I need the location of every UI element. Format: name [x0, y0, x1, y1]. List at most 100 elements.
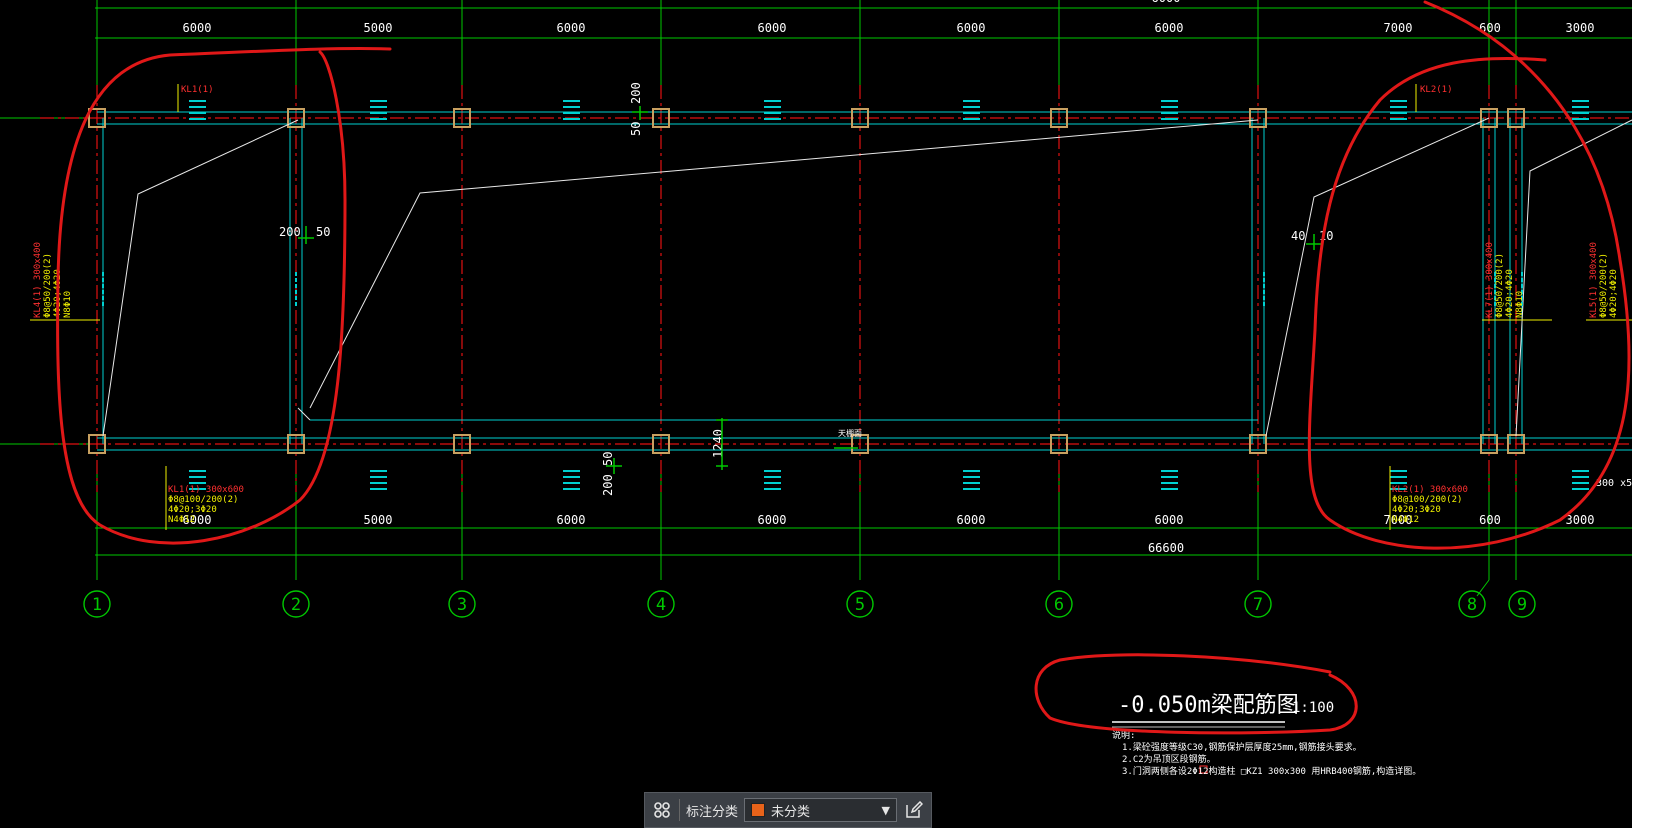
- side-rebar-4-2: [1521, 284, 1523, 288]
- dim-200-left: 200: [279, 225, 301, 239]
- dim-top-0: 6000: [183, 21, 212, 35]
- axis-bubble-label-8: 8: [1467, 595, 1477, 615]
- rebar-note-0-0-1: [189, 106, 206, 108]
- beam-outlines: [97, 111, 1632, 451]
- rebar-note-2-1-0: [563, 470, 580, 472]
- elevation-mark: 天棚面: [838, 428, 862, 438]
- rebar-note-1-1-1: [370, 476, 387, 478]
- rebar-note-5-1-1: [1161, 476, 1178, 478]
- side-rebar-1-0: [295, 272, 297, 276]
- side-rebar-0-0: [102, 272, 104, 276]
- axis-bubble-9: 9: [1508, 590, 1536, 618]
- rebar-note-6-1-1: [1390, 476, 1407, 478]
- rebar-note-3-1-2: [764, 482, 781, 484]
- rebar-note-4-1-2: [963, 482, 980, 484]
- beam-label-kl4-left-line-0: KL4(1) 300x400: [33, 242, 43, 318]
- dim-bottom-1: 5000: [364, 513, 393, 527]
- axis-bubble-4: 4: [647, 590, 675, 618]
- beam-label-kl7-right-line-2: 4Φ20;4Φ20: [1505, 269, 1515, 318]
- rebar-note-1-0-2: [370, 112, 387, 114]
- annotation-category-toolbar: 标注分类 未分类 ▼: [644, 792, 932, 828]
- rebar-note-6-1-2: [1390, 482, 1407, 484]
- side-rebar-0-5: [102, 302, 104, 306]
- rebar-note-2-0-2: [563, 112, 580, 114]
- beam-label-kl5-right-line-1: Φ8@50/200(2): [1599, 253, 1609, 318]
- rebar-note-5-0-3: [1161, 118, 1178, 120]
- beam-label-kl7-right-line-3: N8Φ10: [1515, 291, 1525, 318]
- dim-40: 40: [1291, 229, 1305, 243]
- notes-line-1: 1.梁砼强度等级C30,钢筋保护层厚度25mm,钢筋接头要求。: [1122, 741, 1362, 753]
- side-rebar-2-4: [1263, 296, 1265, 300]
- rebar-note-4-1-0: [963, 470, 980, 472]
- notes-line-2: 2.C2为吊顶区段钢筋。: [1122, 753, 1216, 765]
- dim-top-8: 3000: [1566, 21, 1595, 35]
- notes-line-3: 3.门洞两侧各设2Φ12构造柱 □KZ1 300x300 用HRB400钢筋,构…: [1122, 765, 1421, 777]
- dim-bottom-7: 600: [1479, 513, 1501, 527]
- axis-bubble-label-2: 2: [291, 595, 301, 615]
- right-panel-edge: [1632, 0, 1673, 828]
- rebar-note-0-0-3: [189, 118, 206, 120]
- side-rebar-2-0: [1263, 272, 1265, 276]
- dim-bottom-5: 6000: [1155, 513, 1184, 527]
- cad-drawing-canvas[interactable]: 6000 5000 6000 6000 6000 6000 7000 600 3000 6000 5…: [0, 0, 1673, 828]
- category-label: 标注分类: [686, 804, 739, 820]
- rebar-note-2-1-3: [563, 488, 580, 490]
- beam-label-kl2-bottom-line-0: KL2(1) 300x600: [1392, 485, 1468, 495]
- beam-label-kl1-top: KL1(1): [181, 85, 214, 95]
- dim-top-3: 6000: [758, 21, 787, 35]
- beam-label-kl5-right-line-0: KL5(1) 300x400: [1589, 242, 1599, 318]
- axis-bubble-label-6: 6: [1054, 595, 1064, 615]
- rebar-note-3-0-1: [764, 106, 781, 108]
- rebar-note-7-0-3: [1572, 118, 1589, 120]
- slab-outline-1: [309, 119, 1259, 409]
- beam-label-kl2-bottom-line-2: 4Φ20;3Φ20: [1392, 505, 1441, 515]
- rebar-note-4-1-1: [963, 476, 980, 478]
- rebar-note-5-0-0: [1161, 100, 1178, 102]
- side-rebar-1-3: [295, 290, 297, 294]
- rebar-note-7-1-2: [1572, 482, 1589, 484]
- rebar-note-1-0-0: [370, 100, 387, 102]
- axis-bubble-label-7: 7: [1253, 595, 1263, 615]
- beam-labels: KL1(1) KL2(1)KL1(1) 300x600Φ8@100/200(2)4…: [30, 84, 1632, 774]
- rebar-note-6-0-0: [1390, 100, 1407, 102]
- edit-icon[interactable]: [903, 799, 925, 821]
- dim-50-bot: 50: [601, 452, 615, 466]
- local-dim-ticks: [298, 106, 1322, 474]
- dimension-texts: 6000 5000 6000 6000 6000 6000 7000 600 3000 6000 5…: [183, 0, 1595, 555]
- beam-label-kl7-right-line-1: Φ8@50/200(2): [1495, 253, 1505, 318]
- beam-label-kl2-bottom-line-3: N4Φ12: [1392, 515, 1419, 525]
- slab-outline-2: [1265, 117, 1490, 437]
- dim-300x: 300 x5: [1596, 478, 1632, 489]
- side-rebar-1-4: [295, 296, 297, 300]
- rebar-note-5-1-0: [1161, 470, 1178, 472]
- dim-bottom-4: 6000: [957, 513, 986, 527]
- rebar-note-3-0-2: [764, 112, 781, 114]
- side-rebar-0-1: [102, 278, 104, 282]
- dim-1240: 1240: [711, 429, 725, 458]
- drawing-title-block: -0.050m梁配筋图 1:100: [1112, 693, 1334, 728]
- side-rebar-4-1: [1521, 278, 1523, 282]
- markup-circle-right: [1307, 0, 1631, 550]
- beam-label-kl4-left-line-3: N8Φ10: [63, 291, 73, 318]
- rebar-note-6-1-0: [1390, 470, 1407, 472]
- grid-icon[interactable]: [651, 799, 673, 821]
- markup-circle-left: [56, 47, 392, 545]
- side-rebar-2-2: [1263, 284, 1265, 288]
- side-rebar-2-3: [1263, 290, 1265, 294]
- category-select[interactable]: 未分类 ▼: [744, 798, 897, 822]
- axis-bubble-2: 2: [282, 590, 310, 618]
- rebar-note-7-0-2: [1572, 112, 1589, 114]
- axis-lines: [40, 85, 1632, 492]
- rebar-note-3-0-0: [764, 100, 781, 102]
- dim-200-bot: 200: [601, 474, 615, 496]
- axis-bubble-6: 6: [1045, 590, 1073, 618]
- rebar-note-0-1-1: [189, 476, 206, 478]
- axis-bubble-label-3: 3: [457, 595, 467, 615]
- side-rebar-1-2: [295, 284, 297, 288]
- axis-bubble-8: 8: [1458, 590, 1486, 618]
- rebar-note-1-1-0: [370, 470, 387, 472]
- rebar-note-2-1-1: [563, 476, 580, 478]
- axis-bubble-label-9: 9: [1517, 595, 1527, 615]
- rebar-note-4-0-3: [963, 118, 980, 120]
- dim-top-5: 6000: [1155, 21, 1184, 35]
